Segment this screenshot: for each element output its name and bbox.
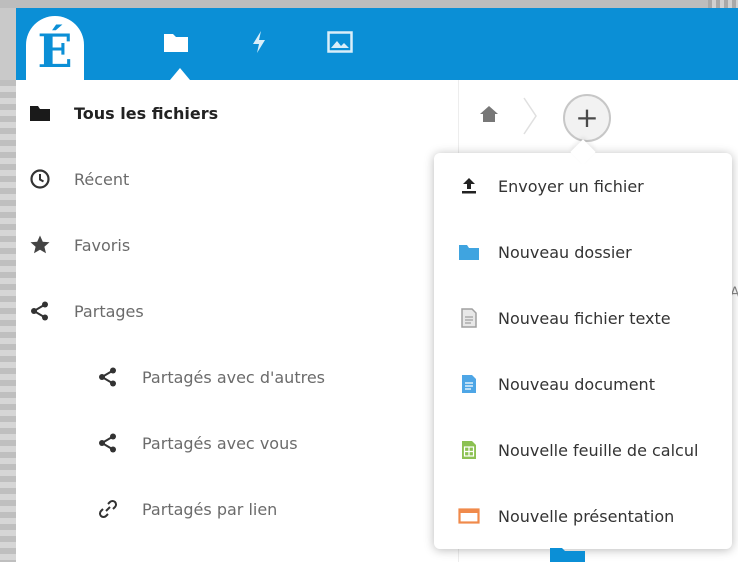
sidebar-item-shares[interactable]: Partages <box>28 291 144 331</box>
app-header: É <box>16 8 738 80</box>
sidebar-item-label: Tous les fichiers <box>74 103 219 123</box>
sidebar-item-all-files[interactable]: Tous les fichiers <box>28 93 218 133</box>
clock-icon <box>28 167 52 191</box>
menu-item-new-document[interactable]: Nouveau document <box>434 351 732 417</box>
active-app-indicator <box>170 68 190 80</box>
menu-item-label: Envoyer un fichier <box>498 176 644 196</box>
sidebar-item-shared-with-you[interactable]: Partagés avec vous <box>96 423 298 463</box>
sidebar-item-label: Partagés par lien <box>142 499 278 519</box>
folder-icon <box>550 548 585 562</box>
home-icon[interactable] <box>479 105 499 127</box>
sidebar-item-label: Récent <box>74 169 130 189</box>
background-edge-left <box>0 80 16 562</box>
sidebar-item-shared-with-others[interactable]: Partagés avec d'autres <box>96 357 325 397</box>
logo[interactable]: É <box>26 16 84 80</box>
menu-item-label: Nouveau fichier texte <box>498 308 671 328</box>
document-icon <box>456 371 482 397</box>
menu-item-upload-file[interactable]: Envoyer un fichier <box>434 153 732 219</box>
files-app-window: É Tous les fichiers Récent Favoris Parta… <box>16 8 738 562</box>
menu-item-label: Nouvelle feuille de calcul <box>498 440 699 460</box>
menu-item-label: Nouvelle présentation <box>498 506 675 526</box>
header-gallery-image-icon[interactable] <box>326 28 354 56</box>
sidebar-item-shared-by-link[interactable]: Partagés par lien <box>96 489 277 529</box>
sidebar-item-label: Partagés avec vous <box>142 433 298 453</box>
add-new-button[interactable]: + <box>563 94 611 142</box>
upload-icon <box>456 173 482 199</box>
header-files-folder-icon[interactable] <box>162 28 190 56</box>
menu-item-new-presentation[interactable]: Nouvelle présentation <box>434 483 732 549</box>
background-window-edge <box>0 0 738 8</box>
share-icon <box>96 431 120 455</box>
presentation-icon <box>456 503 482 529</box>
spreadsheet-icon <box>456 437 482 463</box>
link-icon <box>96 497 120 521</box>
sidebar-item-label: Partages <box>74 301 144 321</box>
new-file-menu: Envoyer un fichier Nouveau dossier Nouve… <box>434 139 732 549</box>
share-icon <box>96 365 120 389</box>
sidebar-item-label: Favoris <box>74 235 131 255</box>
star-icon <box>28 233 52 257</box>
menu-item-new-spreadsheet[interactable]: Nouvelle feuille de calcul <box>434 417 732 483</box>
share-icon <box>28 299 52 323</box>
sidebar-item-recent[interactable]: Récent <box>28 159 129 199</box>
menu-item-label: Nouveau document <box>498 374 655 394</box>
header-activity-lightning-icon[interactable] <box>245 28 273 56</box>
menu-item-new-text-file[interactable]: Nouveau fichier texte <box>434 285 732 351</box>
text-file-icon <box>456 305 482 331</box>
folder-icon <box>456 239 482 265</box>
folder-icon <box>28 101 52 125</box>
sidebar: Tous les fichiers Récent Favoris Partage… <box>16 80 459 562</box>
sidebar-item-label: Partagés avec d'autres <box>142 367 325 387</box>
menu-item-new-folder[interactable]: Nouveau dossier <box>434 219 732 285</box>
menu-item-label: Nouveau dossier <box>498 242 632 262</box>
breadcrumb-separator <box>523 97 537 135</box>
sidebar-item-favorites[interactable]: Favoris <box>28 225 130 265</box>
